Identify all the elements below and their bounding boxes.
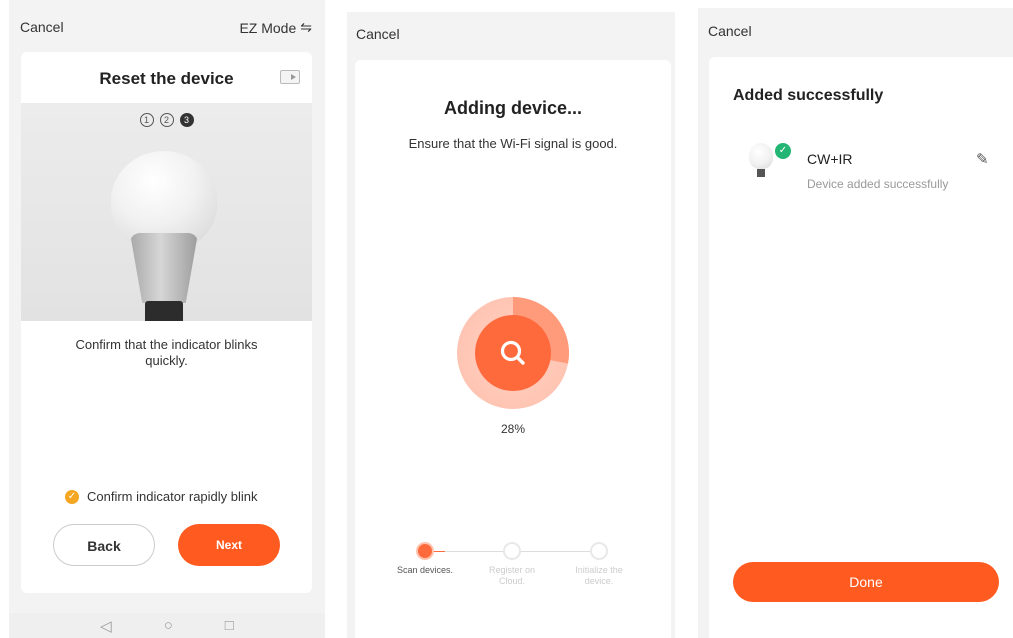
done-button[interactable]: Done	[733, 562, 999, 602]
success-card: Added successfully ✓ CW+IR Device added …	[709, 57, 1013, 638]
check-icon: ✓	[65, 489, 79, 504]
search-icon	[500, 340, 525, 365]
step-init-dot	[590, 542, 608, 560]
cancel-button[interactable]: Cancel	[20, 19, 64, 35]
device-name: CW+IR	[807, 151, 853, 167]
confirm-checkbox[interactable]: ✓ Confirm indicator rapidly blink	[65, 489, 258, 504]
bulb-base	[130, 233, 198, 303]
back-button[interactable]: Back	[53, 524, 155, 566]
reset-card: Reset the device 1 2 3 Confirm that the …	[21, 52, 312, 593]
device-status: Device added successfully	[807, 177, 949, 191]
progress-percent: 28%	[500, 422, 526, 436]
page-title: Adding device...	[443, 98, 583, 118]
bulb-icon	[749, 143, 775, 177]
step-scan-label: Scan devices.	[396, 565, 454, 575]
video-icon[interactable]	[280, 70, 300, 84]
bulb-glass	[749, 143, 773, 169]
step-init-label: Initialize the device.	[575, 565, 623, 586]
step-scan-dot	[416, 542, 434, 560]
nav-home-icon[interactable]: ○	[164, 617, 173, 634]
confirm-label: Confirm indicator rapidly blink	[87, 489, 258, 504]
bulb-socket	[145, 301, 183, 321]
ez-mode-label: EZ Mode	[239, 19, 297, 36]
bulb-base	[757, 169, 765, 177]
page-title: Reset the device	[99, 69, 234, 88]
wifi-hint: Ensure that the Wi-Fi signal is good.	[408, 136, 618, 151]
system-nav-bar: ◁ ○ □	[9, 613, 325, 638]
added-success-screen: Cancel Added successfully ✓ CW+IR Device…	[698, 8, 1013, 638]
adding-device-screen: Cancel Adding device... Ensure that the …	[347, 12, 675, 638]
page-title: Added successfully	[733, 87, 884, 104]
switch-mode-icon: ⇋	[300, 19, 312, 35]
cancel-button[interactable]: Cancel	[356, 26, 400, 42]
step-register-label: Register on Cloud.	[488, 565, 536, 586]
next-button[interactable]: Next	[178, 524, 280, 566]
edit-pencil-icon[interactable]: ✎	[976, 150, 989, 168]
instruction-text: Confirm that the indicator blinks quickl…	[75, 337, 258, 368]
ez-mode-switch[interactable]: EZ Mode ⇋	[239, 19, 312, 36]
cancel-button[interactable]: Cancel	[708, 23, 752, 39]
nav-back-icon[interactable]: ◁	[100, 617, 112, 635]
scan-search-button	[475, 315, 551, 391]
step-3: 3	[179, 113, 194, 127]
adding-card: Adding device... Ensure that the Wi-Fi s…	[355, 60, 671, 638]
step-2: 2	[159, 113, 174, 127]
step-indicator: 1 2 3	[21, 113, 312, 127]
nav-recent-icon[interactable]: □	[225, 617, 234, 634]
success-check-icon: ✓	[775, 143, 791, 159]
bulb-photo: 1 2 3	[21, 103, 312, 321]
step-register-dot	[503, 542, 521, 560]
step-1: 1	[139, 113, 154, 127]
reset-device-screen: Cancel EZ Mode ⇋ Reset the device 1 2 3 …	[9, 0, 325, 638]
